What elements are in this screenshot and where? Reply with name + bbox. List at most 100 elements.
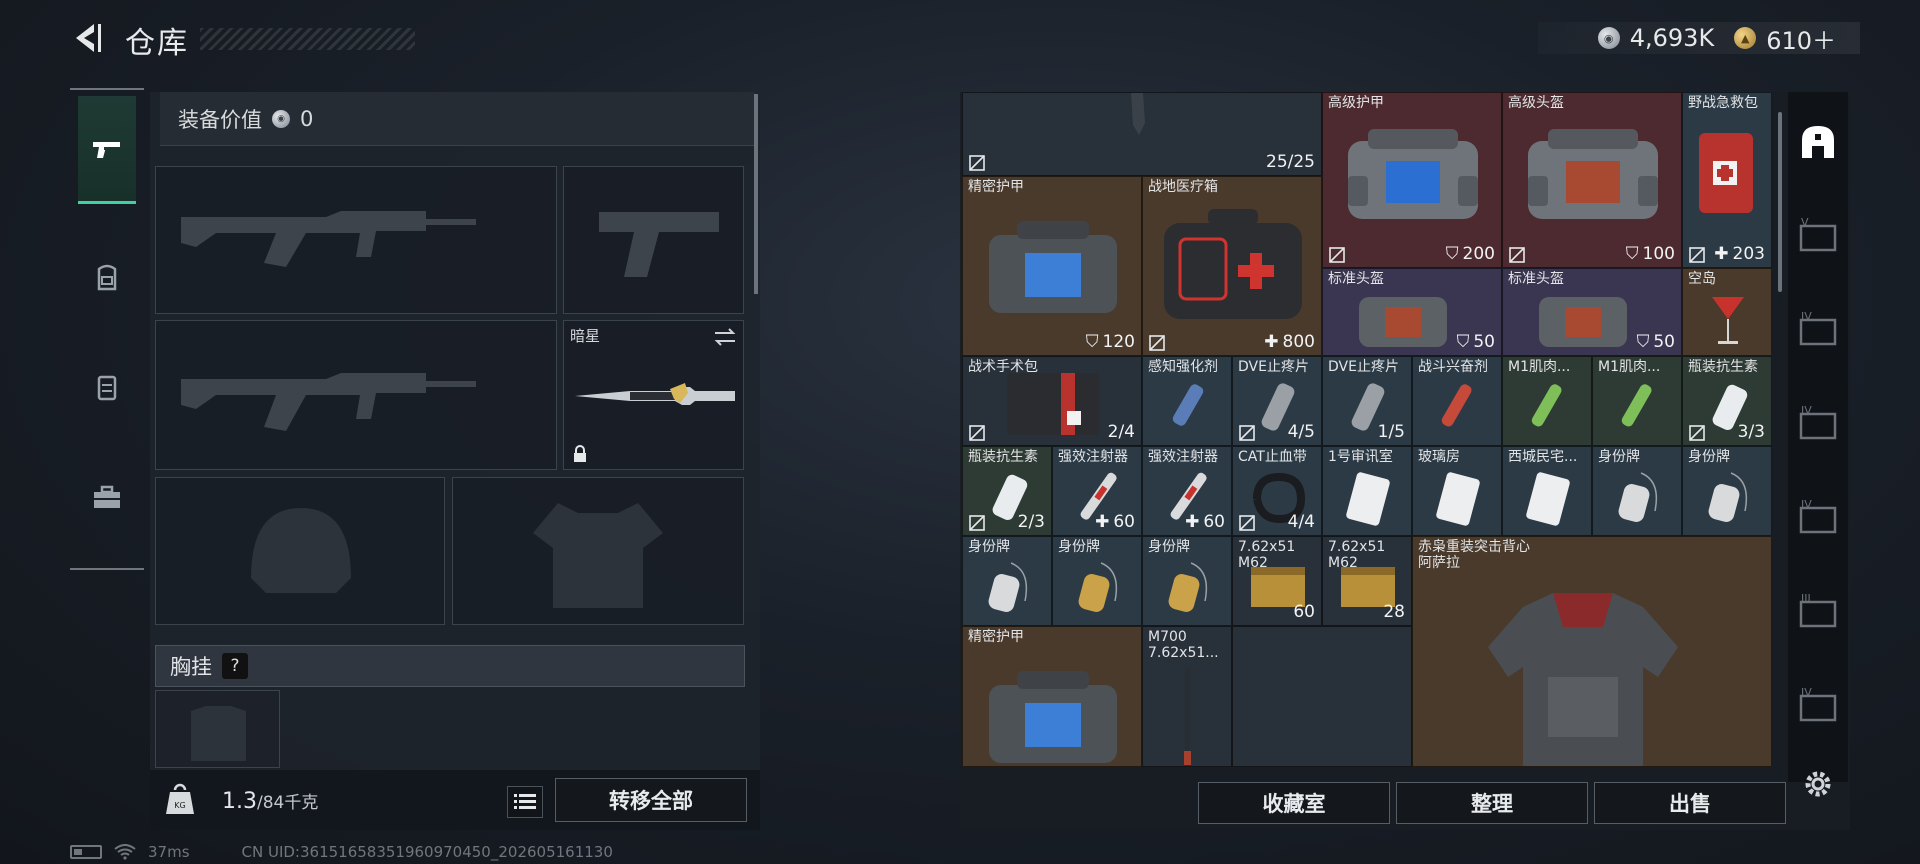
item-keycard-west-city[interactable]: 西城民宅... [1502, 446, 1592, 536]
item-name: M1肌肉... [1508, 359, 1571, 375]
tab-armor[interactable] [78, 333, 136, 443]
chest-rig-silhouette-icon [191, 706, 246, 761]
pistol-silhouette-icon [599, 212, 719, 277]
item-bottled-antibiotic[interactable]: 瓶装抗生素 2/3 [962, 446, 1052, 536]
item-dog-tag[interactable]: 身份牌 [1052, 536, 1142, 626]
item-precision-armor[interactable]: 精密护甲 ⛉ 120 [962, 176, 1142, 356]
cell-qty: 3/3 [1737, 422, 1765, 442]
item-standard-helmet[interactable]: 标准头盔 ⛉ 50 [1322, 268, 1502, 356]
rail-container-iv[interactable]: IV [1796, 308, 1840, 352]
helmet-bag-icon [1359, 297, 1447, 347]
item-cat-tourniquet[interactable]: CAT止血带 4/4 [1232, 446, 1322, 536]
help-button[interactable]: ? [222, 653, 248, 679]
item-combat-stimulant[interactable]: 战斗兴奋剂 [1412, 356, 1502, 446]
item-name: 强效注射器 [1058, 449, 1128, 465]
svg-text:V: V [1801, 216, 1809, 229]
no-insure-icon [1509, 247, 1525, 263]
item-standard-helmet[interactable]: 标准头盔 ⛉ 50 [1502, 268, 1682, 356]
rail-container-v[interactable]: V [1796, 214, 1840, 258]
item-dog-tag[interactable]: 身份牌 [1682, 446, 1772, 536]
item-dve-painkiller[interactable]: DVE止疼片 4/5 [1232, 356, 1322, 446]
armor-slot[interactable] [452, 477, 744, 625]
item-tactical-surgery-kit[interactable]: 战术手术包 2/4 [962, 356, 1142, 446]
item-field-medical-box[interactable]: 战地医疗箱 ✚ 800 [1142, 176, 1322, 356]
pistol-slot[interactable] [563, 166, 744, 314]
swap-icon[interactable] [713, 327, 737, 347]
uid-readout: CN UID:3615165835196097045​0_20260516113… [241, 843, 613, 861]
item-name: 身份牌 [1598, 449, 1640, 465]
scrollbar[interactable] [754, 94, 758, 294]
item-dog-tag[interactable]: 身份牌 [1142, 536, 1232, 626]
chest-rig-slot[interactable] [155, 690, 280, 768]
cell-qty: ✚ 60 [1185, 512, 1225, 532]
shield-icon: ⛉ [1456, 332, 1470, 352]
tab-backpack[interactable] [78, 223, 136, 333]
item-bottled-antibiotic[interactable]: 瓶装抗生素 3/3 [1682, 356, 1772, 446]
list-icon [514, 794, 536, 809]
svg-text:IV: IV [1801, 686, 1812, 699]
item-heavy-assault-vest[interactable]: 赤枭重装突击背心 阿萨拉 [1412, 536, 1772, 767]
helmet-bag-icon [1539, 297, 1627, 347]
item-keycard-glass-house[interactable]: 玻璃房 [1412, 446, 1502, 536]
plus-icon: ✚ [1714, 244, 1729, 264]
cell-qty: 4/4 [1287, 512, 1315, 532]
item-advanced-armor[interactable]: 高级护甲 ⛉ 200 [1322, 92, 1502, 268]
item-ammo-762x51-m62[interactable]: 7.62x51 M62 60 [1232, 536, 1322, 626]
secondary-weapon-slot[interactable] [155, 320, 557, 470]
armor-vest-icon [1488, 593, 1678, 766]
item-name: 身份牌 [1148, 539, 1190, 555]
item-perception-booster[interactable]: 感知强化剂 [1142, 356, 1232, 446]
item-m1-muscle[interactable]: M1肌肉... [1502, 356, 1592, 446]
rail-container-iv[interactable]: IV [1796, 684, 1840, 728]
rail-container-iv[interactable]: IV [1796, 496, 1840, 540]
collection-room-button[interactable]: 收藏室 [1198, 782, 1390, 824]
container-iv-icon: IV [1799, 686, 1837, 722]
melee-slot[interactable]: 暗星 [563, 320, 744, 470]
currency-bar: ◉ 4,693K ▲ 610＋ [1537, 21, 1860, 56]
melee-slot-label: 暗星 [570, 327, 601, 345]
item-dve-painkiller[interactable]: DVE止疼片 1/5 [1322, 356, 1412, 446]
item-keycard-room1[interactable]: 1号审讯室 [1322, 446, 1412, 536]
item-potent-syringe[interactable]: 强效注射器 ✚ 60 [1052, 446, 1142, 536]
item-m700-rifle[interactable]: M700 7.62x51... [1142, 626, 1232, 767]
helmet-slot[interactable] [155, 477, 445, 625]
item-name: DVE止疼片 [1238, 359, 1309, 375]
rail-base[interactable] [1796, 120, 1840, 164]
item-potent-syringe[interactable]: 强效注射器 ✚ 60 [1142, 446, 1232, 536]
settings-button[interactable] [1796, 762, 1840, 806]
inventory-cell-empty[interactable] [1232, 626, 1412, 767]
tab-toolbox[interactable] [78, 443, 136, 553]
tab-weapons[interactable] [78, 96, 136, 204]
rail-container-iii[interactable]: III [1796, 590, 1840, 634]
item-dog-tag[interactable]: 身份牌 [962, 536, 1052, 626]
gold-coin-icon: ▲ [1734, 27, 1757, 49]
rifle-fragment-icon [1131, 93, 1145, 135]
gold-currency-value[interactable]: 610＋ [1766, 21, 1836, 56]
cell-qty: ⛉ 50 [1636, 332, 1675, 352]
item-field-first-aid[interactable]: 野战急救包 ✚ 203 [1682, 92, 1772, 268]
sell-button[interactable]: 出售 [1594, 782, 1786, 824]
cell-qty: ✚ 60 [1095, 512, 1135, 532]
item-m1-muscle[interactable]: M1肌肉... [1592, 356, 1682, 446]
back-arrow-icon[interactable] [70, 20, 106, 56]
organize-button[interactable]: 整理 [1396, 782, 1588, 824]
backpack-icon [97, 264, 117, 291]
cell-qty: ⛉ 100 [1625, 244, 1675, 264]
item-name: 精密护甲 [968, 179, 1024, 195]
item-precision-armor[interactable]: 精密护甲 [962, 626, 1142, 767]
inventory-cell[interactable]: 25/25 [962, 92, 1322, 176]
rail-container-iv[interactable]: IV [1796, 402, 1840, 446]
item-name: M1肌肉... [1598, 359, 1661, 375]
inventory-scrollbar[interactable] [1778, 112, 1782, 292]
primary-weapon-slot[interactable] [155, 166, 557, 314]
item-sky-island[interactable]: 空岛 [1682, 268, 1772, 356]
left-nav [70, 88, 144, 570]
item-ammo-762x51-m62[interactable]: 7.62x51 M62 28 [1322, 536, 1412, 626]
injector-icon [1531, 384, 1562, 427]
item-advanced-helmet[interactable]: 高级头盔 ⛉ 100 [1502, 92, 1682, 268]
transfer-all-button[interactable]: 转移全部 [555, 778, 747, 822]
silver-coin-icon: ◉ [272, 109, 290, 128]
list-view-button[interactable] [507, 786, 543, 818]
item-dog-tag[interactable]: 身份牌 [1592, 446, 1682, 536]
no-insure-icon [1689, 247, 1705, 263]
